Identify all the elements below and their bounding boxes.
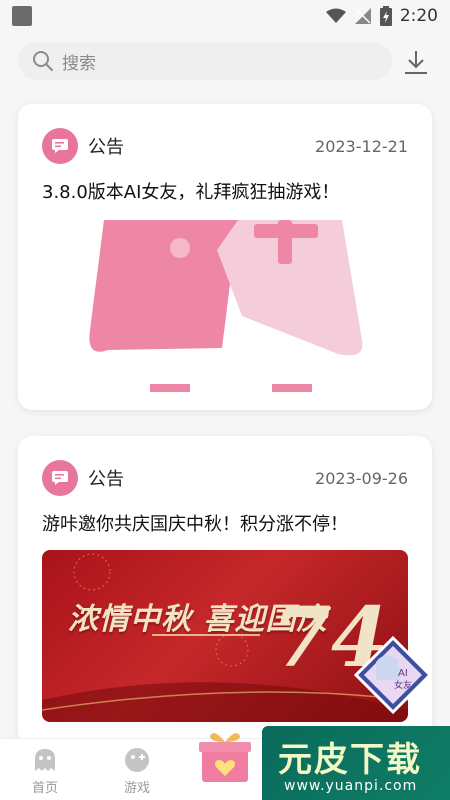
app-screen: 2:20 搜索 公告 2023-12-21 3.8.0版本AI女友，礼拜疯狂抽游… (0, 0, 450, 800)
notice-title: 游咔邀你共庆国庆中秋！积分涨不停！ (42, 514, 348, 535)
message-icon (42, 460, 78, 496)
card-header: 公告 2023-12-21 (42, 128, 408, 164)
notice-date: 2023-12-21 (315, 136, 408, 156)
ghost-icon (35, 749, 55, 771)
watermark-main: 元皮下载 (278, 740, 422, 780)
signal-icon (354, 8, 371, 24)
search-row: 搜索 (18, 42, 436, 80)
gamepad-illustration (89, 220, 363, 392)
banner-divider (152, 634, 260, 636)
watermark-url: www.yuanpi.com (284, 778, 418, 794)
notification-icon (12, 6, 32, 26)
avatar-icon: AI 女友 (353, 635, 433, 715)
nav-games[interactable]: 游戏 (102, 747, 172, 796)
ai-girlfriend-badge[interactable]: AI 女友 (353, 635, 433, 715)
watermark-logo: 元皮下载 www.yuanpi.com (262, 726, 450, 800)
search-input[interactable]: 搜索 (18, 42, 392, 80)
battery-icon (379, 6, 392, 26)
card-header: 公告 2023-09-26 (42, 460, 408, 496)
avatar-label-ai: AI (398, 668, 408, 679)
notice-title: 3.8.0版本AI女友，礼拜疯狂抽游戏！ (42, 182, 340, 203)
gift-button[interactable] (196, 728, 254, 786)
nav-games-label: 游戏 (123, 781, 150, 796)
search-icon (33, 51, 53, 71)
notice-label: 公告 (88, 469, 124, 490)
status-time: 2:20 (399, 6, 438, 26)
notice-date: 2023-09-26 (315, 468, 408, 488)
notice-card[interactable]: 公告 2023-12-21 3.8.0版本AI女友，礼拜疯狂抽游戏！ (18, 104, 432, 410)
gamepad-icon (125, 748, 149, 772)
nav-home[interactable]: 首页 (10, 747, 80, 796)
nav-home-label: 首页 (31, 781, 58, 796)
download-icon (405, 51, 427, 74)
wifi-icon (325, 8, 346, 23)
gamepad-banner (42, 220, 408, 392)
status-bar: 2:20 (0, 0, 450, 32)
gift-icon (199, 733, 251, 782)
avatar-label-gf: 女友 (394, 679, 412, 691)
message-icon (42, 128, 78, 164)
search-placeholder: 搜索 (62, 53, 96, 74)
notice-label: 公告 (88, 137, 124, 158)
status-right: 2:20 (325, 6, 438, 26)
download-button[interactable] (400, 46, 432, 78)
